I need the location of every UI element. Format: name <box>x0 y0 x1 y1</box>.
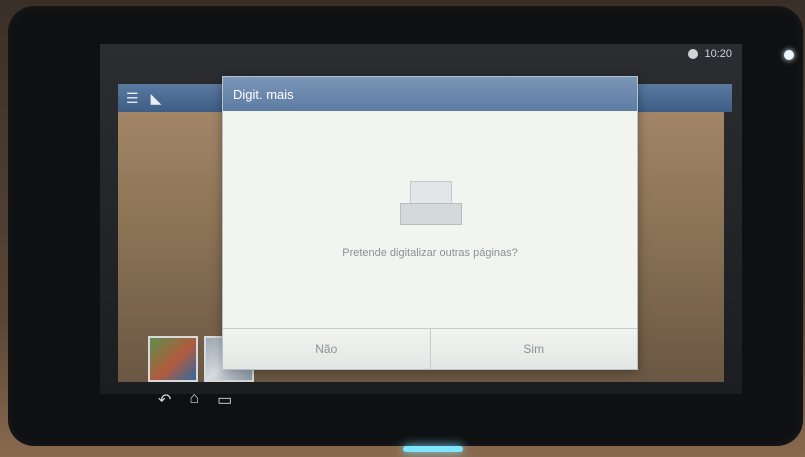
status-icon <box>688 49 699 59</box>
scanner-base <box>400 203 462 225</box>
dialog-buttons: Não Sim <box>223 328 637 369</box>
dialog-body: Pretende digitalizar outras páginas? <box>223 111 637 329</box>
status-time: 10:20 <box>704 48 732 60</box>
home-icon[interactable]: ⌂ <box>189 390 199 410</box>
app-icon: ◣ <box>150 89 162 106</box>
camera-light <box>784 50 794 60</box>
dialog-title: Digit. mais <box>223 77 637 111</box>
yes-button[interactable]: Sim <box>430 329 637 369</box>
status-bar: 10:20 <box>100 44 742 64</box>
scan-more-dialog: Digit. mais Pretende digitalizar outras … <box>222 76 638 370</box>
recent-apps-icon[interactable]: ▭ <box>217 390 232 410</box>
tablet-frame: 10:20 ☰ ◣ ↶ ⌂ ▭ Digit. mais Pretende dig… <box>8 6 803 452</box>
system-nav: ↶ ⌂ ▭ <box>158 390 232 410</box>
menu-icon[interactable]: ☰ <box>126 90 139 107</box>
dialog-prompt: Pretende digitalizar outras páginas? <box>342 247 518 259</box>
no-button[interactable]: Não <box>223 329 431 369</box>
home-led <box>403 446 463 452</box>
scanner-icon <box>400 181 462 225</box>
back-icon[interactable]: ↶ <box>158 390 171 410</box>
thumbnail-1[interactable] <box>148 336 198 382</box>
